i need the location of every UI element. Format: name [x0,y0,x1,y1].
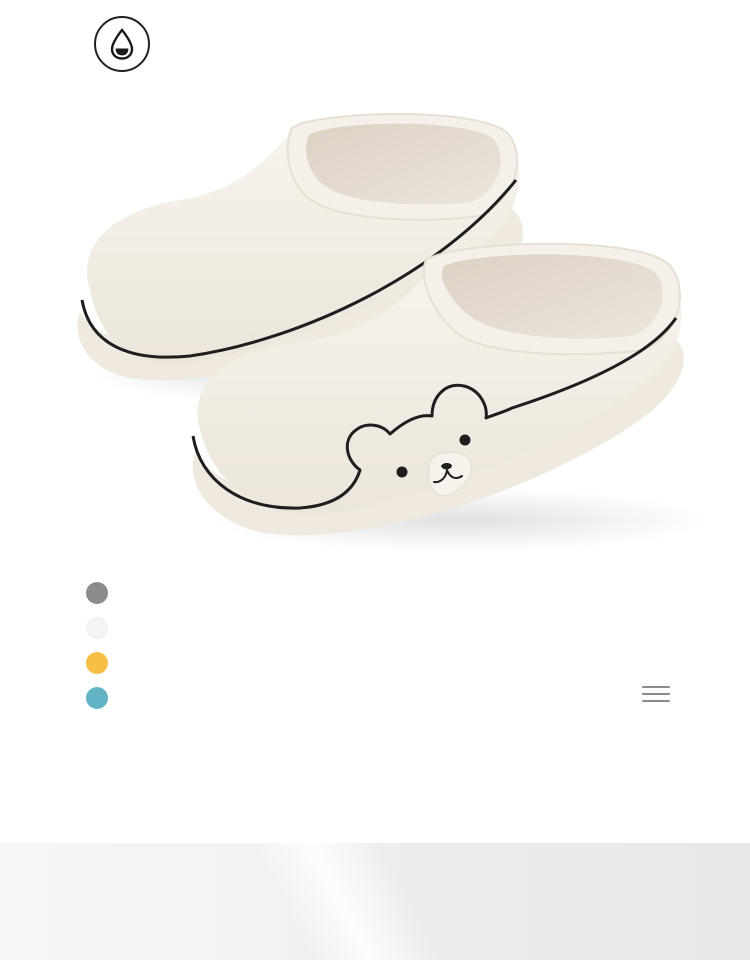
water-drop-icon [110,28,134,60]
light-streak [250,843,443,960]
menu-bar [642,700,670,702]
product-image-bear-slippers [77,113,710,552]
menu-bar [642,693,670,695]
bottom-section-background [0,843,750,960]
menu-bar [642,686,670,688]
swatch-gray[interactable] [86,582,108,604]
swatch-yellow[interactable] [86,652,108,674]
swatch-teal[interactable] [86,687,108,709]
product-page [0,0,750,960]
color-swatch-list [86,582,110,722]
waterproof-badge [94,16,150,72]
hamburger-menu-icon[interactable] [640,682,672,708]
swatch-white[interactable] [86,617,108,639]
